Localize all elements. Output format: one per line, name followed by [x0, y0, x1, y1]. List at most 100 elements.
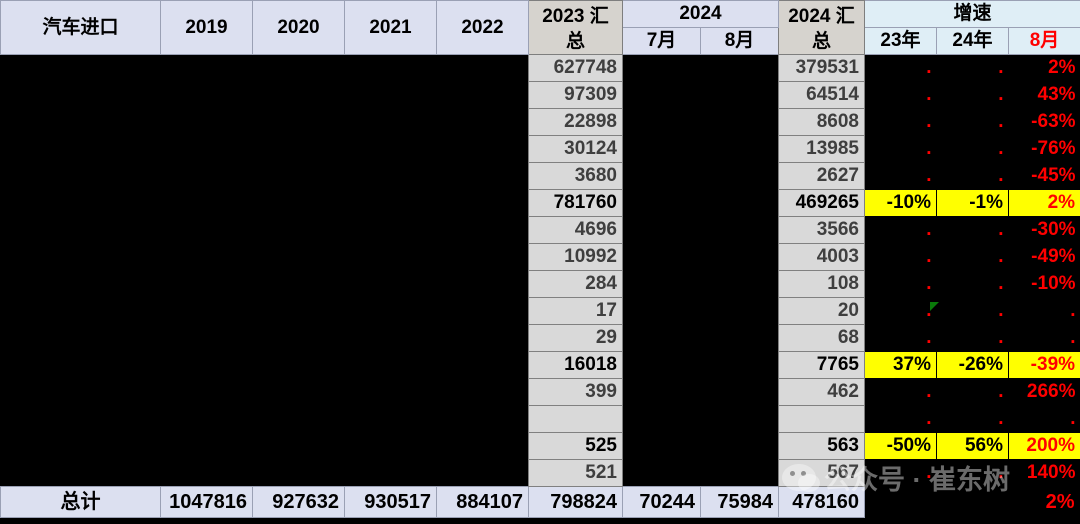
- cell-2024-july[interactable]: [622, 243, 701, 271]
- cell-growth-august[interactable]: 2%: [1007, 189, 1080, 217]
- cell-growth-23[interactable]: -50%: [864, 432, 937, 460]
- cell-2023-total[interactable]: 627748: [528, 54, 623, 82]
- total-2021[interactable]: 930517: [344, 486, 437, 518]
- cell-2024-july[interactable]: [622, 432, 701, 460]
- cell-2024-july[interactable]: [622, 162, 701, 190]
- header-2023-total[interactable]: 2023 汇 总: [528, 0, 623, 55]
- cell-growth-24[interactable]: .: [936, 135, 1009, 163]
- cell-2023-total[interactable]: 3680: [528, 162, 623, 190]
- cell-growth-23[interactable]: .: [864, 54, 937, 82]
- cell-growth-24[interactable]: .: [936, 243, 1009, 271]
- cell-2024-august[interactable]: [700, 162, 779, 190]
- cell-2023-total[interactable]: .: [528, 405, 623, 433]
- cell-2024-july[interactable]: [622, 54, 701, 82]
- cell-growth-august[interactable]: 43%: [1008, 81, 1080, 109]
- header-2022[interactable]: 2022: [436, 0, 529, 55]
- cell-2024-july[interactable]: [622, 459, 701, 487]
- cell-2024-august[interactable]: [700, 189, 779, 217]
- cell-growth-august[interactable]: -10%: [1008, 270, 1080, 298]
- cell-growth-23[interactable]: .: [864, 378, 937, 406]
- cell-2024-august[interactable]: [700, 351, 779, 379]
- cell-2023-total[interactable]: 29: [528, 324, 623, 352]
- cell-growth-august[interactable]: .: [1008, 324, 1080, 352]
- total-2022[interactable]: 884107: [436, 486, 529, 518]
- cell-2024-total[interactable]: .: [778, 405, 865, 433]
- cell-growth-24[interactable]: .: [936, 270, 1009, 298]
- cell-2024-august[interactable]: [700, 432, 779, 460]
- cell-2023-total[interactable]: 16018: [528, 351, 623, 379]
- cell-2024-july[interactable]: [622, 297, 701, 325]
- cell-growth-23[interactable]: -10%: [864, 189, 937, 217]
- cell-growth-23[interactable]: .: [864, 243, 937, 271]
- cell-2023-total[interactable]: 521: [528, 459, 623, 487]
- cell-2023-total[interactable]: 4696: [528, 216, 623, 244]
- cell-growth-23[interactable]: 37%: [864, 351, 937, 379]
- header-2020[interactable]: 2020: [252, 0, 345, 55]
- cell-growth-24[interactable]: .: [936, 81, 1009, 109]
- cell-2024-total[interactable]: 469265: [778, 189, 865, 217]
- cell-growth-24[interactable]: .: [936, 459, 1009, 487]
- cell-2024-july[interactable]: [622, 351, 701, 379]
- cell-2023-total[interactable]: 10992: [528, 243, 623, 271]
- cell-2024-august[interactable]: [700, 378, 779, 406]
- cell-2024-july[interactable]: [622, 81, 701, 109]
- cell-growth-august[interactable]: -49%: [1008, 243, 1080, 271]
- cell-growth-august[interactable]: 2%: [1008, 54, 1080, 82]
- cell-2024-august[interactable]: [700, 81, 779, 109]
- total-2020[interactable]: 927632: [252, 486, 345, 518]
- cell-growth-23[interactable]: .: [864, 459, 937, 487]
- cell-2023-total[interactable]: 781760: [528, 189, 623, 217]
- cell-growth-24[interactable]: .: [936, 54, 1009, 82]
- cell-growth-august[interactable]: 266%: [1008, 378, 1080, 406]
- cell-growth-august[interactable]: -76%: [1008, 135, 1080, 163]
- cell-2023-total[interactable]: 284: [528, 270, 623, 298]
- cell-growth-august[interactable]: -30%: [1008, 216, 1080, 244]
- cell-2024-august[interactable]: [700, 405, 779, 433]
- cell-growth-23[interactable]: .: [864, 81, 937, 109]
- cell-growth-24[interactable]: -1%: [936, 189, 1009, 217]
- cell-2024-august[interactable]: [700, 324, 779, 352]
- cell-2023-total[interactable]: 17: [528, 297, 623, 325]
- cell-2023-total[interactable]: 30124: [528, 135, 623, 163]
- cell-2024-total[interactable]: 462: [778, 378, 865, 406]
- cell-2024-total[interactable]: 3566: [778, 216, 865, 244]
- cell-2024-july[interactable]: [622, 270, 701, 298]
- total-growth-august[interactable]: 2%: [1008, 486, 1080, 518]
- cell-growth-august[interactable]: .: [1008, 297, 1080, 325]
- cell-2024-total[interactable]: 7765: [778, 351, 865, 379]
- header-2019[interactable]: 2019: [160, 0, 253, 55]
- cell-growth-24[interactable]: .: [936, 108, 1009, 136]
- header-2024-july[interactable]: 7月: [622, 27, 701, 55]
- cell-2024-total[interactable]: 68: [778, 324, 865, 352]
- cell-growth-24[interactable]: 56%: [936, 432, 1009, 460]
- cell-growth-august[interactable]: -39%: [1007, 351, 1080, 379]
- cell-2024-total[interactable]: 4003: [778, 243, 865, 271]
- cell-2024-total[interactable]: 567: [778, 459, 865, 487]
- cell-2023-total[interactable]: 97309: [528, 81, 623, 109]
- cell-2024-july[interactable]: [622, 108, 701, 136]
- cell-2023-total[interactable]: 22898: [528, 108, 623, 136]
- cell-growth-24[interactable]: .: [936, 405, 1009, 433]
- cell-2024-total[interactable]: 379531: [778, 54, 865, 82]
- cell-2024-august[interactable]: [700, 135, 779, 163]
- cell-2024-july[interactable]: [622, 324, 701, 352]
- cell-growth-23[interactable]: .: [864, 324, 937, 352]
- header-growth-24[interactable]: 24年: [936, 27, 1009, 55]
- cell-2024-total[interactable]: 20: [778, 297, 865, 325]
- cell-growth-23[interactable]: .: [864, 216, 937, 244]
- header-growth-group[interactable]: 增速: [863, 0, 1080, 28]
- header-growth-august[interactable]: 8月: [1007, 27, 1080, 55]
- cell-2024-total[interactable]: 64514: [778, 81, 865, 109]
- cell-2024-total[interactable]: 13985: [778, 135, 865, 163]
- header-2024-august[interactable]: 8月: [700, 27, 779, 55]
- cell-growth-23[interactable]: .: [864, 108, 937, 136]
- cell-2024-august[interactable]: [700, 459, 779, 487]
- total-2023[interactable]: 798824: [528, 486, 623, 518]
- cell-2024-total[interactable]: 108: [778, 270, 865, 298]
- header-growth-23[interactable]: 23年: [864, 27, 937, 55]
- cell-growth-23[interactable]: .: [864, 405, 937, 433]
- cell-2024-total[interactable]: 2627: [778, 162, 865, 190]
- cell-2024-august[interactable]: [700, 54, 779, 82]
- cell-growth-23[interactable]: .: [864, 297, 937, 325]
- cell-growth-23[interactable]: .: [864, 270, 937, 298]
